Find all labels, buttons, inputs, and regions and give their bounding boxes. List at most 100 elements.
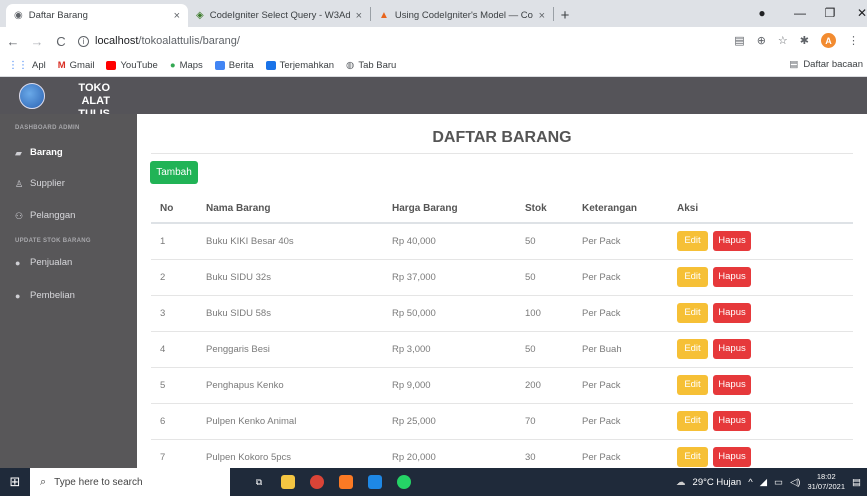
- bookmark-label: Terjemahkan: [279, 60, 335, 71]
- menu-icon[interactable]: ⋮: [848, 34, 859, 47]
- xampp-icon[interactable]: [339, 475, 353, 489]
- cell-no: 2: [151, 258, 197, 295]
- reload-icon[interactable]: C: [54, 34, 68, 49]
- clock[interactable]: 18:02 31/07/2021: [807, 472, 845, 492]
- chrome-icon[interactable]: [310, 475, 324, 489]
- table-row: 3 Buku SIDU 58s Rp 50,000 100 Per Pack E…: [151, 294, 853, 331]
- tab-search-icon[interactable]: ●: [752, 4, 772, 22]
- sidebar-item-label: Pembelian: [30, 290, 75, 301]
- battery-icon[interactable]: ▭: [774, 477, 783, 488]
- column-header-keterangan: Keterangan: [573, 194, 668, 224]
- delete-button[interactable]: Hapus: [713, 267, 751, 287]
- column-header-nama: Nama Barang: [197, 194, 383, 224]
- translate-icon[interactable]: ▤: [734, 34, 744, 47]
- delete-button[interactable]: Hapus: [713, 447, 751, 468]
- edit-button[interactable]: Edit: [677, 267, 708, 287]
- bookmark-apps[interactable]: ⋮⋮ Apl: [8, 60, 46, 71]
- bookmark-terjemahkan[interactable]: Terjemahkan: [265, 60, 335, 71]
- minimize-icon[interactable]: —: [790, 4, 810, 22]
- cell-nama: Buku SIDU 32s: [197, 258, 383, 295]
- circle-icon: ●: [15, 257, 21, 268]
- circle-icon: ●: [15, 290, 21, 301]
- url-host: localhost: [95, 35, 139, 47]
- delete-button[interactable]: Hapus: [713, 339, 751, 359]
- bookmark-gmail[interactable]: M Gmail: [58, 60, 95, 71]
- add-item-button[interactable]: Tambah: [150, 161, 198, 184]
- cell-aksi: Edit Hapus: [668, 330, 853, 367]
- tab-title: Using CodeIgniter's Model — Co: [394, 10, 533, 21]
- sidebar-item-pembelian[interactable]: ● Pembelian: [15, 290, 75, 301]
- bookmark-tab-baru[interactable]: ◍ Tab Baru: [346, 60, 396, 71]
- delete-button[interactable]: Hapus: [713, 411, 751, 431]
- box-icon: ▰: [15, 147, 22, 158]
- edit-button[interactable]: Edit: [677, 303, 708, 323]
- edit-button[interactable]: Edit: [677, 447, 708, 468]
- sidebar-item-pelanggan[interactable]: ⚇ Pelanggan: [15, 210, 75, 221]
- star-icon[interactable]: ☆: [778, 34, 788, 47]
- tab-daftar-barang[interactable]: ◉ Daftar Barang ×: [6, 4, 188, 27]
- url-field[interactable]: i localhost/tokoalattulis/barang/: [78, 35, 240, 47]
- close-window-icon[interactable]: ✕: [852, 4, 867, 22]
- sidebar-item-label: Pelanggan: [30, 210, 76, 221]
- zoom-icon[interactable]: ⊕: [757, 34, 766, 47]
- delete-button[interactable]: Hapus: [713, 303, 751, 323]
- tab-codeigniter-select[interactable]: ◈ CodeIgniter Select Query - W3Ad ×: [188, 4, 370, 27]
- sidebar-item-label: Barang: [30, 147, 63, 158]
- windows-start-icon[interactable]: ⊞: [0, 474, 30, 490]
- delete-button[interactable]: Hapus: [713, 231, 751, 252]
- cell-no: 5: [151, 366, 197, 403]
- chevron-up-icon[interactable]: ^: [748, 477, 752, 488]
- table-row: 5 Penghapus Kenko Rp 9,000 200 Per Pack …: [151, 366, 853, 403]
- bookmark-maps[interactable]: ● Maps: [170, 60, 203, 71]
- reading-list-button[interactable]: ▤ Daftar bacaan: [789, 59, 863, 70]
- site-info-icon[interactable]: i: [78, 35, 89, 47]
- profile-avatar[interactable]: A: [821, 33, 836, 48]
- edit-button[interactable]: Edit: [677, 339, 708, 359]
- translate-icon: [265, 61, 276, 70]
- cell-keterangan: Per Pack: [573, 402, 668, 439]
- bookmark-youtube[interactable]: YouTube: [106, 60, 158, 71]
- back-icon[interactable]: ←: [6, 34, 20, 49]
- vscode-icon[interactable]: [368, 475, 382, 489]
- cell-aksi: Edit Hapus: [668, 366, 853, 403]
- sidebar-item-barang[interactable]: ▰ Barang: [15, 147, 63, 158]
- bookmark-berita[interactable]: Berita: [214, 60, 254, 71]
- network-icon[interactable]: ◢: [760, 477, 767, 488]
- weather-text[interactable]: 29°C Hujan: [693, 477, 742, 488]
- sidebar: DASHBOARD ADMIN ▰ Barang ♙ Supplier ⚇ Pe…: [0, 114, 137, 468]
- gmail-icon: M: [57, 60, 66, 71]
- edit-button[interactable]: Edit: [677, 375, 708, 395]
- delete-button[interactable]: Hapus: [713, 375, 751, 395]
- forward-icon[interactable]: →: [30, 34, 44, 49]
- page-title: DAFTAR BARANG: [432, 129, 572, 146]
- cell-stok: 50: [516, 258, 573, 295]
- maximize-icon[interactable]: ❐: [820, 4, 840, 22]
- sidebar-item-penjualan[interactable]: ● Penjualan: [15, 257, 72, 268]
- extensions-icon[interactable]: ✱: [800, 34, 809, 47]
- w3-favicon-icon: ◈: [196, 10, 204, 21]
- cell-nama: Penghapus Kenko: [197, 366, 383, 403]
- tab-codeigniter-model[interactable]: ▲ Using CodeIgniter's Model — Co ×: [371, 4, 553, 27]
- file-explorer-icon[interactable]: [281, 475, 295, 489]
- cell-stok: 200: [516, 366, 573, 403]
- task-view-icon[interactable]: ⧉: [252, 475, 266, 489]
- close-tab-icon[interactable]: ×: [356, 10, 362, 22]
- reading-list-label: Daftar bacaan: [803, 59, 863, 70]
- app-header: TOKO ALAT TULIS: [0, 77, 867, 120]
- close-tab-icon[interactable]: ×: [539, 10, 545, 22]
- table-header-row: No Nama Barang Harga Barang Stok Keteran…: [151, 194, 853, 224]
- bookmark-label: YouTube: [120, 60, 158, 71]
- system-tray: ☁ 29°C Hujan ^ ◢ ▭ ◁) 18:02 31/07/2021 ▤: [676, 468, 861, 496]
- taskbar-search-input[interactable]: ⌕ Type here to search: [30, 468, 230, 496]
- cell-harga: Rp 50,000: [383, 294, 516, 331]
- new-tab-button[interactable]: +: [554, 4, 576, 27]
- edit-button[interactable]: Edit: [677, 411, 708, 431]
- notification-icon[interactable]: ▤: [852, 477, 861, 488]
- volume-icon[interactable]: ◁): [790, 477, 800, 488]
- globe-icon: ◍: [346, 60, 355, 71]
- sidebar-item-supplier[interactable]: ♙ Supplier: [15, 178, 65, 189]
- url-path: /tokoalattulis/barang/: [138, 35, 240, 47]
- edit-button[interactable]: Edit: [677, 231, 708, 252]
- close-tab-icon[interactable]: ×: [174, 10, 180, 22]
- whatsapp-icon[interactable]: [397, 475, 411, 489]
